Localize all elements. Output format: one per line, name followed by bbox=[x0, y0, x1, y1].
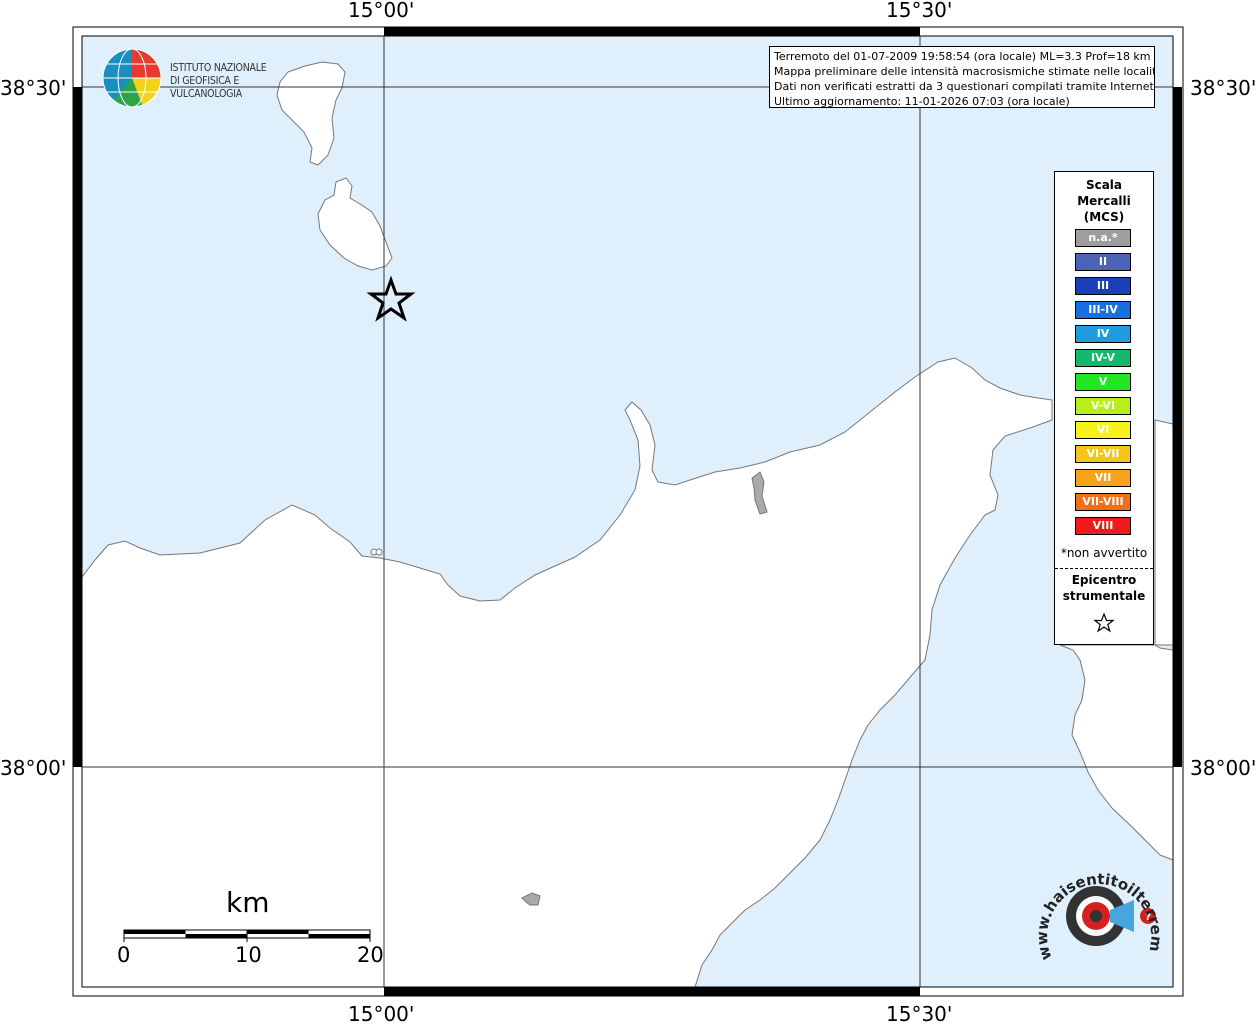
legend-title: Scala Mercalli (MCS) bbox=[1055, 177, 1153, 225]
ingv-name-line2: DI GEOFISICA E VULCANOLOGIA bbox=[170, 75, 242, 100]
event-info-line1: Terremoto del 01-07-2009 19:58:54 (ora l… bbox=[774, 50, 1151, 63]
scale-tick-0: 0 bbox=[117, 943, 131, 967]
legend-item-5: IV-V bbox=[1075, 349, 1131, 367]
legend-epicenter-line2: strumentale bbox=[1062, 589, 1146, 603]
haisentito-logo: ? www.haisentitoilterremoto.it bbox=[1025, 844, 1170, 978]
scale-bar bbox=[123, 929, 371, 942]
legend-item-11: VII-VIII bbox=[1075, 493, 1131, 511]
legend-item-4: IV bbox=[1075, 325, 1131, 343]
event-info-line4: Ultimo aggiornamento: 11-01-2026 07:03 (… bbox=[774, 95, 1070, 108]
coord-label-bottom-15-00: 15°00' bbox=[348, 1002, 415, 1026]
globe-icon bbox=[102, 48, 162, 108]
coord-label-top-15-00: 15°00' bbox=[348, 0, 415, 22]
coord-label-bottom-15-30: 15°30' bbox=[886, 1002, 953, 1026]
coord-label-right-38-00: 38°00' bbox=[1190, 756, 1256, 780]
legend-item-1: II bbox=[1075, 253, 1131, 271]
legend-note: *non avvertito bbox=[1060, 546, 1148, 560]
legend-item-3: III-IV bbox=[1075, 301, 1131, 319]
legend-star-icon bbox=[1093, 612, 1115, 633]
legend-title-line1: Scala bbox=[1085, 178, 1123, 192]
legend-item-6: V bbox=[1075, 373, 1131, 391]
coord-label-left-38-30: 38°30' bbox=[0, 76, 67, 100]
haisentito-logo-graphic: ? www.haisentitoilterremoto.it bbox=[1025, 844, 1166, 962]
scale-tick-10: 10 bbox=[235, 943, 262, 967]
legend-title-line2: Mercalli bbox=[1077, 194, 1131, 208]
legend-item-9: VI-VII bbox=[1075, 445, 1131, 463]
ingv-name-line1: ISTITUTO NAZIONALE bbox=[170, 62, 267, 74]
legend-item-2: III bbox=[1075, 277, 1131, 295]
legend-item-7: V-VI bbox=[1075, 397, 1131, 415]
legend-item-12: VIII bbox=[1075, 517, 1131, 535]
event-info-box: Terremoto del 01-07-2009 19:58:54 (ora l… bbox=[769, 46, 1155, 108]
mcs-legend: Scala Mercalli (MCS) n.a.* II III III-IV IV I… bbox=[1054, 171, 1154, 645]
legend-epicenter-line1: Epicentro bbox=[1071, 573, 1137, 587]
coord-label-top-15-30: 15°30' bbox=[886, 0, 953, 22]
legend-item-10: VII bbox=[1075, 469, 1131, 487]
legend-items: n.a.* II III III-IV IV IV-V V V-VI VI VI-VII VII VI… bbox=[1075, 229, 1131, 541]
legend-item-8: VI bbox=[1075, 421, 1131, 439]
legend-divider bbox=[1055, 568, 1153, 569]
event-info-line3: Dati non verificati estratti da 3 questi… bbox=[774, 80, 1155, 93]
ingv-name: ISTITUTO NAZIONALE DI GEOFISICA E VULCAN… bbox=[170, 62, 298, 101]
ingv-logo: ISTITUTO NAZIONALE DI GEOFISICA E VULCAN… bbox=[102, 48, 312, 110]
coord-label-right-38-30: 38°30' bbox=[1190, 76, 1256, 100]
islet bbox=[375, 548, 383, 556]
scale-bar-unit: km bbox=[226, 886, 270, 919]
legend-title-line3: (MCS) bbox=[1083, 210, 1125, 224]
legend-epicenter-label: Epicentro strumentale bbox=[1055, 572, 1153, 604]
scale-tick-20: 20 bbox=[357, 943, 384, 967]
legend-item-0: n.a.* bbox=[1075, 229, 1131, 247]
event-info-line2: Mappa preliminare delle intensità macros… bbox=[774, 65, 1155, 78]
coord-label-left-38-00: 38°00' bbox=[0, 756, 67, 780]
